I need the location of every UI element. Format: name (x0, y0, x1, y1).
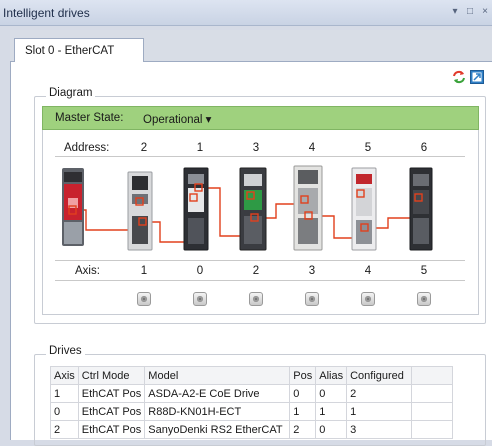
cell-alias: 0 (315, 384, 348, 403)
axis-value: 0 (196, 265, 204, 277)
cell-axis: 0 (50, 402, 79, 421)
table-row[interactable]: 1 EthCAT Pos ASDA-A2-E CoE Drive 0 0 2 (50, 384, 454, 403)
motor-icon[interactable] (361, 292, 375, 306)
column-header-axis[interactable]: Axis (50, 366, 79, 385)
column-header-alias[interactable]: Alias (315, 366, 348, 385)
axis-value: 5 (420, 265, 428, 277)
drives-table: Axis Ctrl Mode Model Pos Alias Configure… (50, 366, 454, 439)
motor-icon[interactable] (417, 292, 431, 306)
cell-ctrl-mode: EthCAT Pos (77, 402, 146, 421)
drive-device (183, 167, 209, 251)
cell-model: ASDA-A2-E CoE Drive (144, 384, 291, 403)
cell-pos: 2 (289, 420, 317, 439)
column-header-empty (411, 366, 454, 385)
axis-value: 2 (252, 265, 260, 277)
address-divider (55, 156, 465, 157)
cell-pos: 0 (289, 384, 317, 403)
drive-device (239, 167, 267, 251)
drive-device (351, 167, 377, 251)
motor-icon[interactable] (193, 292, 207, 306)
window-titlebar: Intelligent drives ▾ □ × (0, 0, 492, 26)
drive-device (127, 171, 153, 251)
motor-icon[interactable] (137, 292, 151, 306)
address-value: 1 (196, 142, 204, 154)
column-header-pos[interactable]: Pos (289, 366, 317, 385)
window-menu-dropdown-icon[interactable]: ▾ (448, 4, 462, 20)
axis-divider (55, 260, 465, 261)
axis-value: 4 (364, 265, 372, 277)
axis-label: Axis: (75, 265, 100, 277)
cell-axis: 1 (50, 384, 79, 403)
drive-device (409, 167, 433, 251)
cell-configured: 3 (346, 420, 413, 439)
cell-axis: 2 (50, 420, 79, 439)
ethercat-network-diagram (62, 165, 433, 251)
refresh-icon[interactable] (452, 70, 466, 84)
table-row[interactable]: 2 EthCAT Pos SanyoDenki RS2 EtherCAT 2 0… (50, 420, 454, 439)
motor-icon[interactable] (305, 292, 319, 306)
cell-model: R88D-KN01H-ECT (144, 402, 291, 421)
window-title: Intelligent drives (3, 6, 90, 20)
address-value: 6 (420, 142, 428, 154)
cell-ctrl-mode: EthCAT Pos (77, 420, 146, 439)
cell-pos: 1 (289, 402, 317, 421)
cell-empty (411, 384, 454, 403)
fit-view-icon[interactable] (470, 70, 484, 84)
cell-alias: 0 (315, 420, 348, 439)
diagram-legend: Diagram (46, 87, 96, 99)
column-header-model[interactable]: Model (144, 366, 291, 385)
drive-device (293, 165, 323, 251)
master-state-bar: Master State: Operational ▾ (42, 106, 479, 130)
column-header-configured[interactable]: Configured (346, 366, 413, 385)
column-header-ctrl-mode[interactable]: Ctrl Mode (77, 366, 146, 385)
tab-slot-0-ethercat[interactable]: Slot 0 - EtherCAT (14, 38, 144, 62)
motor-icon[interactable] (249, 292, 263, 306)
master-controller-device (62, 168, 84, 246)
address-value: 5 (364, 142, 372, 154)
cell-empty (411, 420, 454, 439)
drives-legend: Drives (46, 345, 85, 357)
cell-configured: 2 (346, 384, 413, 403)
axis-value: 3 (308, 265, 316, 277)
address-value: 2 (140, 142, 148, 154)
cell-empty (411, 402, 454, 421)
master-state-dropdown[interactable]: Operational ▾ (143, 112, 211, 126)
cell-ctrl-mode: EthCAT Pos (77, 384, 146, 403)
address-value: 3 (252, 142, 260, 154)
axis-value: 1 (140, 265, 148, 277)
address-label: Address: (64, 142, 110, 154)
address-value: 4 (308, 142, 316, 154)
window-restore-icon[interactable]: □ (463, 4, 477, 20)
cell-configured: 1 (346, 402, 413, 421)
cell-model: SanyoDenki RS2 EtherCAT (144, 420, 291, 439)
cell-alias: 1 (315, 402, 348, 421)
table-row[interactable]: 0 EthCAT Pos R88D-KN01H-ECT 1 1 1 (50, 402, 454, 421)
master-state-label: Master State: (55, 112, 124, 124)
axis-row-divider (55, 280, 465, 281)
window-close-icon[interactable]: × (478, 4, 492, 20)
drives-table-header: Axis Ctrl Mode Model Pos Alias Configure… (50, 366, 454, 385)
